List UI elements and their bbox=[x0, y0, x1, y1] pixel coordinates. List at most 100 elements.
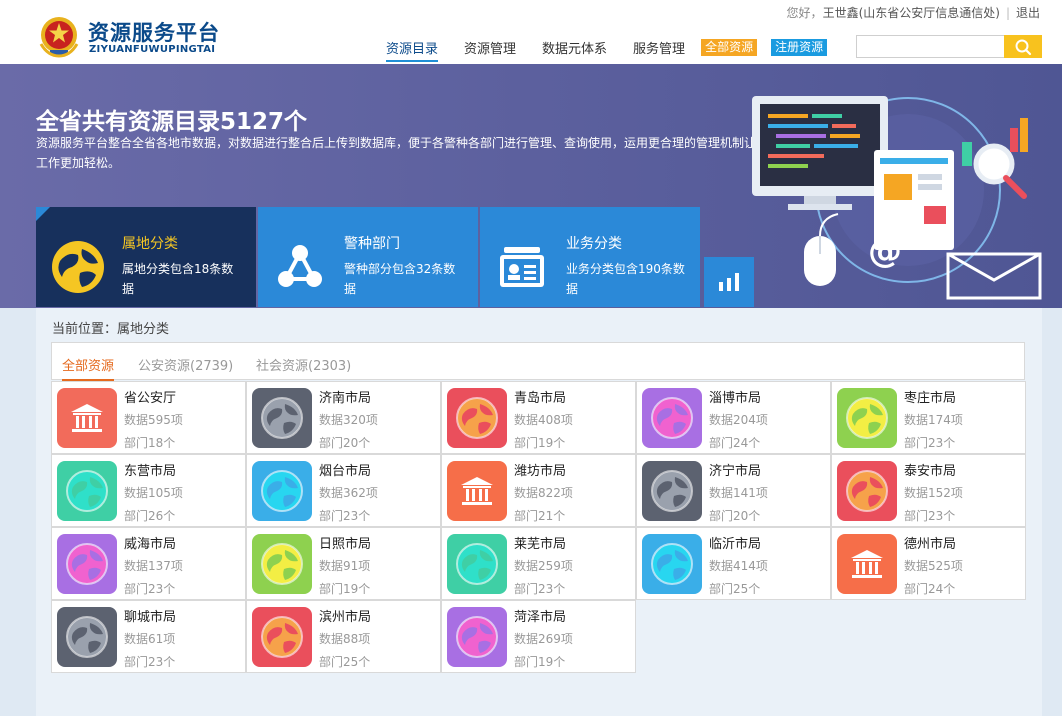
tile-name: 青岛市局 bbox=[514, 391, 567, 406]
main-nav: 资源目录 资源管理 数据元体系 服务管理 全部资源 注册资源 bbox=[386, 38, 841, 62]
tile-data-count: 数据595项 bbox=[124, 413, 183, 427]
tile-icon-box bbox=[837, 461, 897, 521]
tile-icon-box bbox=[57, 461, 117, 521]
globe-icon bbox=[846, 397, 888, 439]
globe-icon bbox=[651, 543, 693, 585]
globe-icon bbox=[261, 470, 303, 512]
resource-tile[interactable]: 东营市局 数据105项 部门26个 bbox=[51, 454, 246, 527]
category-desc: 业务分类包含190条数据 bbox=[566, 262, 685, 296]
tile-name: 枣庄市局 bbox=[904, 391, 957, 406]
resource-tile[interactable]: 滨州市局 数据88项 部门25个 bbox=[246, 600, 441, 673]
nav-item-service-manage[interactable]: 服务管理 bbox=[633, 38, 685, 60]
resource-tile[interactable]: 淄博市局 数据204项 部门24个 bbox=[636, 381, 831, 454]
bank-icon bbox=[461, 477, 493, 505]
category-tab-police-department[interactable]: 警种部门 警种部分包含32条数据 bbox=[258, 207, 478, 307]
globe-icon bbox=[651, 397, 693, 439]
globe-icon bbox=[261, 397, 303, 439]
category-name: 警种部门 bbox=[344, 236, 400, 252]
tile-dept-count: 部门23个 bbox=[124, 582, 176, 596]
resource-tile[interactable]: 潍坊市局数据822项 部门21个 bbox=[441, 454, 636, 527]
resource-tile[interactable]: 临沂市局数据414项 部门25个 bbox=[636, 527, 831, 600]
tile-name: 聊城市局 bbox=[124, 610, 177, 625]
tab-all-resources[interactable]: 全部资源 bbox=[62, 355, 115, 381]
tile-name: 济宁市局 bbox=[709, 464, 762, 479]
brand-subtitle: ZIYUANFUWUPINGTAI bbox=[89, 44, 216, 55]
tile-name: 泰安市局 bbox=[904, 464, 957, 479]
resource-tile[interactable]: 日照市局 数据91项 部门19个 bbox=[246, 527, 441, 600]
category-tab-region[interactable]: 属地分类 属地分类包含18条数据 bbox=[36, 207, 256, 307]
network-icon bbox=[278, 245, 322, 287]
all-resources-button[interactable]: 全部资源 bbox=[701, 39, 758, 56]
nav-item-resource-manage[interactable]: 资源管理 bbox=[464, 38, 516, 60]
nav-item-data-element[interactable]: 数据元体系 bbox=[542, 38, 607, 60]
content-area: 当前位置：属地分类 全部资源 公安资源(2739) 社会资源(2303) 省公安… bbox=[36, 308, 1042, 716]
tile-data-count: 数据91项 bbox=[319, 559, 371, 573]
banner-illustration: @ bbox=[752, 96, 1042, 300]
tile-icon-box bbox=[447, 607, 507, 667]
tile-dept-count: 部门24个 bbox=[709, 436, 761, 450]
globe-icon bbox=[456, 616, 498, 658]
tile-name: 威海市局 bbox=[124, 537, 177, 552]
search-button[interactable] bbox=[1004, 35, 1042, 58]
resource-tile[interactable]: 烟台市局 数据362项 部门23个 bbox=[246, 454, 441, 527]
resource-tile[interactable]: 菏泽市局 数据269项 部门19个 bbox=[441, 600, 636, 673]
banner-description: 资源服务平台整合全省各地市数据，对数据进行整合后上传到数据库，便于各警种各部门进… bbox=[36, 136, 757, 170]
nav-item-catalog[interactable]: 资源目录 bbox=[386, 38, 439, 62]
tile-data-count: 数据414项 bbox=[709, 559, 768, 573]
resource-tile[interactable]: 济南市局 数据320项 部门20个 bbox=[246, 381, 441, 454]
category-desc: 警种部分包含32条数据 bbox=[344, 262, 456, 296]
tile-icon-box bbox=[57, 607, 117, 667]
resource-tile[interactable]: 济宁市局 数据141项 部门20个 bbox=[636, 454, 831, 527]
tile-name: 德州市局 bbox=[904, 537, 957, 552]
category-desc: 属地分类包含18条数据 bbox=[122, 262, 234, 296]
tile-name: 潍坊市局 bbox=[514, 464, 567, 479]
tile-name: 菏泽市局 bbox=[514, 610, 567, 625]
tile-icon-box bbox=[642, 534, 702, 594]
category-tab-business[interactable]: 业务分类 业务分类包含190条数据 bbox=[480, 207, 700, 307]
tile-dept-count: 部门23个 bbox=[124, 655, 176, 669]
search-icon bbox=[1015, 39, 1032, 55]
tile-icon-box bbox=[447, 534, 507, 594]
logout-link[interactable]: 退出 bbox=[1016, 6, 1040, 20]
tile-dept-count: 部门25个 bbox=[709, 582, 761, 596]
tile-name: 临沂市局 bbox=[709, 537, 762, 552]
tile-data-count: 数据61项 bbox=[124, 632, 176, 646]
register-resource-button[interactable]: 注册资源 bbox=[771, 39, 828, 56]
tile-dept-count: 部门19个 bbox=[514, 436, 566, 450]
bank-icon bbox=[851, 550, 883, 578]
tile-data-count: 数据141项 bbox=[709, 486, 768, 500]
tab-police-resources[interactable]: 公安资源(2739) bbox=[138, 355, 233, 374]
statistics-button[interactable] bbox=[704, 257, 754, 307]
tab-social-resources[interactable]: 社会资源(2303) bbox=[256, 355, 351, 374]
breadcrumb: 当前位置：属地分类 bbox=[52, 322, 170, 337]
banner-title: 全省共有资源目录5127个 bbox=[36, 109, 308, 135]
tile-icon-box bbox=[252, 388, 312, 448]
resource-tile[interactable]: 泰安市局 数据152项 部门23个 bbox=[831, 454, 1026, 527]
tile-name: 省公安厅 bbox=[124, 391, 177, 406]
resource-tile[interactable]: 德州市局 数据525项 部门24个 bbox=[831, 527, 1026, 600]
tile-data-count: 数据174项 bbox=[904, 413, 963, 427]
tile-data-count: 数据204项 bbox=[709, 413, 768, 427]
tile-icon-box bbox=[642, 461, 702, 521]
user-name: 王世鑫(山东省公安厅信息通信处) bbox=[822, 6, 1000, 20]
resource-tile[interactable]: 青岛市局数据408项 部门19个 bbox=[441, 381, 636, 454]
police-emblem-icon bbox=[39, 17, 79, 58]
tile-dept-count: 部门23个 bbox=[904, 436, 956, 450]
resource-tile[interactable]: 威海市局 数据137项 部门23个 bbox=[51, 527, 246, 600]
tile-icon-box bbox=[642, 388, 702, 448]
tile-name: 日照市局 bbox=[319, 537, 372, 552]
resource-tile[interactable]: 莱芜市局 数据259项 部门23个 bbox=[441, 527, 636, 600]
globe-icon bbox=[66, 470, 108, 512]
tile-dept-count: 部门21个 bbox=[514, 509, 566, 523]
tile-dept-count: 部门23个 bbox=[319, 509, 371, 523]
tile-dept-count: 部门19个 bbox=[514, 655, 566, 669]
tile-icon-box bbox=[252, 461, 312, 521]
tile-data-count: 数据822项 bbox=[514, 486, 573, 500]
resource-tile[interactable]: 枣庄市局数据174项 部门23个 bbox=[831, 381, 1026, 454]
tile-dept-count: 部门26个 bbox=[124, 509, 176, 523]
resource-tile[interactable]: 省公安厅 数据595项 部门18个 bbox=[51, 381, 246, 454]
resource-tile[interactable]: 聊城市局数据61项部门23个 bbox=[51, 600, 246, 673]
tile-dept-count: 部门23个 bbox=[514, 582, 566, 596]
tile-data-count: 数据408项 bbox=[514, 413, 573, 427]
search-input[interactable] bbox=[857, 36, 1003, 57]
